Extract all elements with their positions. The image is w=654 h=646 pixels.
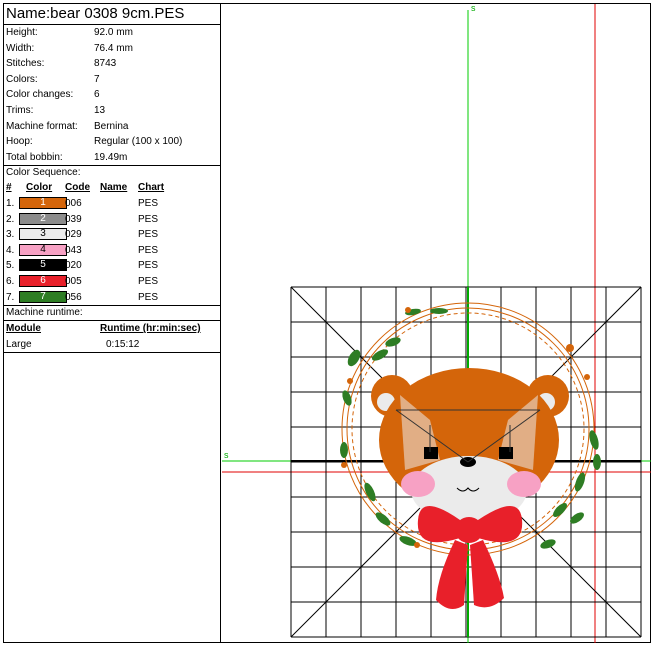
- berry-icon: [347, 378, 353, 384]
- embroidery-canvas: s s: [222, 3, 651, 643]
- bow-knot: [455, 517, 483, 543]
- berry-icon: [405, 307, 411, 313]
- leaf-icon: [430, 308, 448, 314]
- bear-design: [371, 368, 569, 609]
- leaf-icon: [340, 442, 348, 458]
- berry-icon: [414, 542, 420, 548]
- leaf-icon: [540, 539, 556, 549]
- berry-icon: [584, 374, 590, 380]
- bear-left-cheek: [401, 471, 435, 497]
- leaf-icon: [347, 349, 361, 367]
- bow-left-tail: [436, 540, 468, 609]
- bear-right-eye: [499, 447, 513, 459]
- berry-icon: [341, 462, 347, 468]
- berry-icon: [566, 344, 574, 352]
- axis-label-top: s: [471, 3, 476, 13]
- axis-label-left: s: [224, 450, 229, 460]
- leaf-icon: [589, 430, 599, 450]
- leaf-icon: [553, 503, 567, 517]
- bow-right-tail: [470, 540, 504, 608]
- leaf-icon: [375, 512, 391, 526]
- bear-left-eye: [424, 447, 438, 459]
- leaf-icon: [371, 349, 389, 361]
- bear-right-cheek: [507, 471, 541, 497]
- leaf-icon: [593, 454, 601, 470]
